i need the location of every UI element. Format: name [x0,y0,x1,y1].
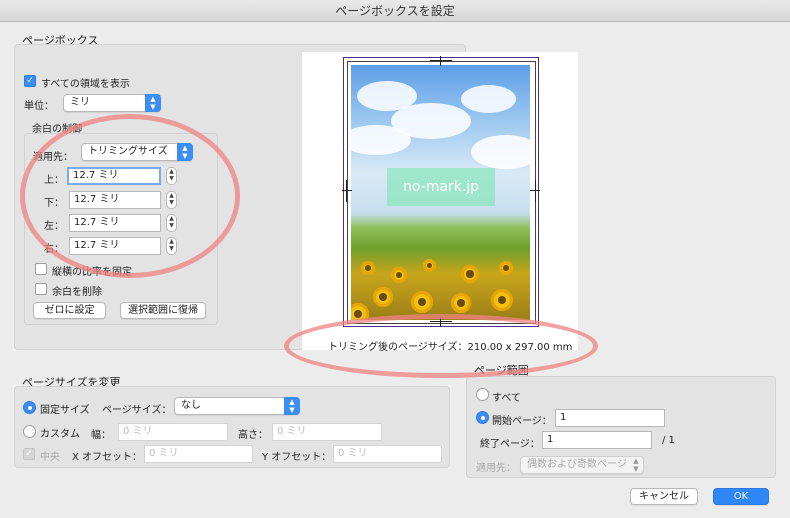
start-page-label: 開始ページ： [492,416,552,427]
unit-label: 単位： [24,101,54,112]
window-title: ページボックスを設定 [0,0,790,22]
width-label: 幅： [91,430,111,441]
x-offset-label: X オフセット： [72,452,143,463]
keep-ratio-checkbox[interactable] [35,263,47,275]
crop-mark-right [535,180,536,202]
remove-margin-checkbox[interactable] [35,283,47,295]
show-all-checkbox[interactable]: ✓ [24,75,36,87]
unit-select[interactable]: ミリ ▲ ▼ [63,94,161,112]
crop-mark-left-h [342,190,352,191]
all-pages-radio[interactable] [476,388,489,401]
highlight-ring-trim-size [284,314,598,378]
chevron-updown-icon: ▲ ▼ [633,457,639,473]
set-zero-button[interactable]: ゼロに設定 [33,302,106,319]
page-size-label: ページサイズ： [102,405,172,416]
center-label: 中央 [40,452,60,463]
crop-mark-top [430,60,452,61]
highlight-ring-margins [20,114,240,278]
watermark-label: no-mark.jp [387,168,495,206]
y-offset-field[interactable]: 0 ミリ [333,445,442,463]
fixed-size-radio[interactable] [23,401,36,414]
cancel-button[interactable]: キャンセル [630,488,698,505]
unit-select-value: ミリ [70,97,90,108]
range-apply-value: 偶数および奇数ページ [527,459,627,470]
ok-button[interactable]: OK [713,488,769,505]
all-pages-label: すべて [492,393,521,404]
y-offset-label: Y オフセット： [262,452,332,463]
width-field[interactable]: 0 ミリ [118,423,228,441]
height-label: 高さ： [238,430,268,441]
range-apply-label: 適用先： [476,463,516,474]
restore-selection-button[interactable]: 選択範囲に復帰 [120,302,206,319]
custom-size-label: カスタム [40,429,80,440]
start-page-field[interactable]: 1 [555,409,665,427]
chevron-updown-icon: ▲ ▼ [145,94,161,112]
crop-mark-top-v [440,56,441,66]
x-offset-field[interactable]: 0 ミリ [144,445,253,463]
start-page-radio[interactable] [476,411,489,424]
chevron-updown-icon: ▲ ▼ [284,397,300,415]
height-field[interactable]: 0 ミリ [272,423,382,441]
fixed-size-label: 固定サイズ [40,405,90,416]
end-page-label: 終了ページ： [480,439,540,450]
range-apply-select[interactable]: 偶数および奇数ページ ▲ ▼ [520,456,644,474]
page-size-select[interactable]: なし ▲ ▼ [174,397,300,415]
remove-margin-label: 余白を削除 [52,287,102,298]
crop-mark-left [346,180,347,202]
show-all-label: すべての領域を表示 [41,79,130,90]
center-checkbox[interactable]: ✓ [23,448,35,460]
total-pages: / 1 [662,435,675,446]
crop-mark-right-h [530,190,540,191]
page-size-value: なし [181,400,201,411]
end-page-field[interactable]: 1 [542,431,652,449]
custom-size-radio[interactable] [23,425,36,438]
